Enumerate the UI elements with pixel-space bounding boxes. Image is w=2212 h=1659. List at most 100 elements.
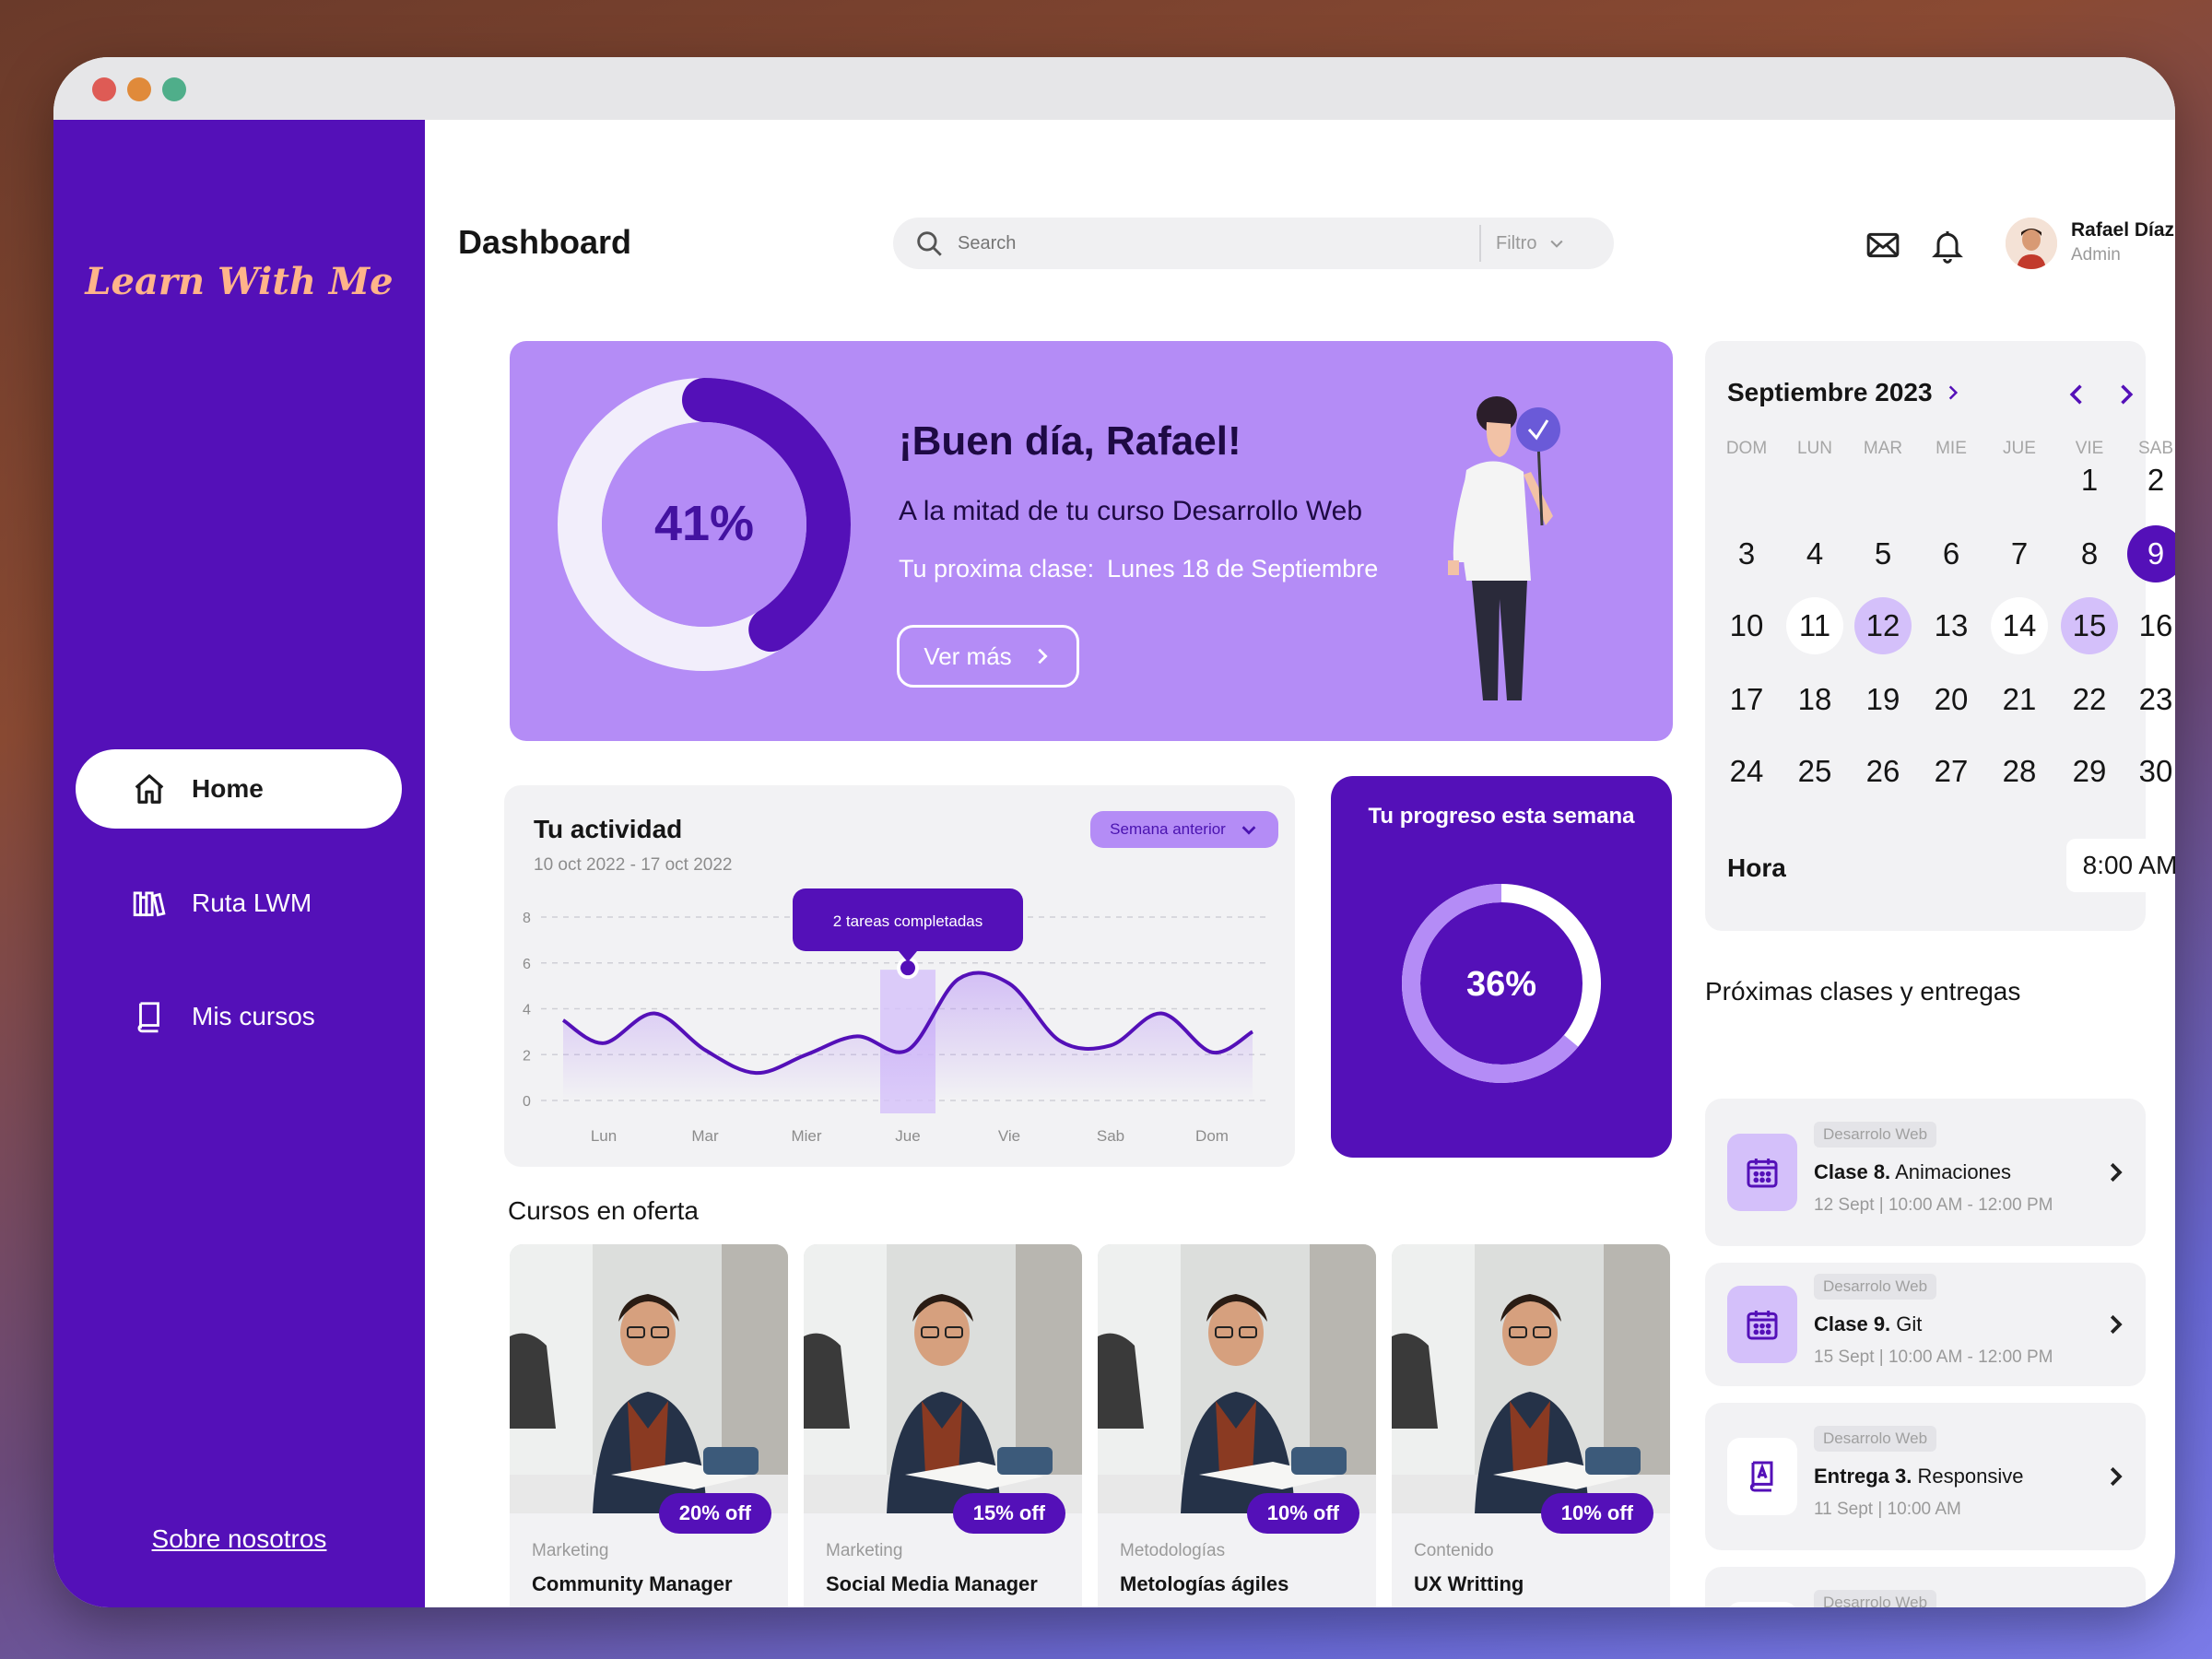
calendar-day[interactable]: 9	[2127, 525, 2175, 582]
sidebar-item-label: Mis cursos	[192, 1002, 315, 1030]
item-time: 11 Sept | 10:00 AM	[1814, 1500, 1961, 1519]
sidebar-item-label: Home	[192, 774, 264, 803]
chevron-right-icon	[2110, 1314, 2123, 1335]
next-class: Tu proxima clase: Lunes 18 de Septiembre	[899, 555, 1378, 583]
weekday-label: LUN	[1796, 439, 1832, 458]
x-tick-label: Lun	[591, 1127, 617, 1145]
calendar-day[interactable]: 8	[2061, 525, 2118, 582]
assignment-icon	[1727, 1438, 1797, 1515]
time-label: Hora	[1727, 853, 1786, 882]
course-card[interactable]: 10% off Metodologías Metologías ágiles	[1098, 1244, 1376, 1607]
discount-badge: 10% off	[1246, 1493, 1359, 1534]
calendar-day[interactable]: 19	[1854, 671, 1912, 728]
search-input[interactable]	[958, 225, 1474, 262]
calendar-day[interactable]: 20	[1923, 671, 1980, 728]
chevron-down-icon	[1550, 240, 1564, 248]
sidebar-item-mis-cursos[interactable]: Mis cursos	[76, 977, 402, 1056]
calendar-day[interactable]: 25	[1786, 743, 1843, 800]
calendar-prev-button[interactable]	[2059, 376, 2096, 413]
calendar-day[interactable]: 28	[1991, 743, 2048, 800]
weekday-label: JUE	[2003, 439, 2036, 458]
calendar-day[interactable]: 26	[1854, 743, 1912, 800]
calendar-day[interactable]: 10	[1718, 597, 1775, 654]
sidebar-item-label: Ruta LWM	[192, 888, 312, 917]
course-image	[510, 1244, 788, 1513]
y-tick-label: 6	[523, 957, 531, 972]
see-more-label: Ver más	[924, 641, 1012, 670]
calendar-day[interactable]: 22	[2061, 671, 2118, 728]
calendar-day[interactable]: 7	[1991, 525, 2048, 582]
calendar-month-selector[interactable]: Septiembre 2023	[1727, 378, 1962, 407]
calendar-day[interactable]: 16	[2127, 597, 2175, 654]
window-titlebar	[53, 57, 2175, 120]
search-icon	[917, 231, 942, 256]
calendar-day[interactable]: 11	[1786, 597, 1843, 654]
item-title-prefix: Clase 8.	[1814, 1160, 1891, 1183]
calendar-day[interactable]: 17	[1718, 671, 1775, 728]
calendar-day[interactable]: 23	[2127, 671, 2175, 728]
activity-title: Tu actividad	[534, 815, 683, 843]
calendar-next-button[interactable]	[2107, 376, 2144, 413]
calendar-day[interactable]: 3	[1718, 525, 1775, 582]
upcoming-item[interactable]: Desarrolo Web Clase 9. Git 15 Sept | 10:00…	[1705, 1263, 2146, 1386]
calendar: Septiembre 2023 Hora 8:00 AM DOM LUN MAR MI…	[1705, 341, 2175, 931]
item-title-prefix: Clase 9.	[1814, 1312, 1891, 1335]
app-window: Learn With Me Home Ruta LWM Mis cursos S…	[53, 57, 2175, 1607]
calendar-day[interactable]: 18	[1786, 671, 1843, 728]
calendar-day[interactable]: 21	[1991, 671, 2048, 728]
upcoming-item[interactable]: Desarrolo Web Entrega 3. Responsive 11 Sep…	[1705, 1403, 2146, 1550]
weekly-progress-card: Tu progreso esta semana 36%	[1331, 776, 1672, 1158]
filter-dropdown[interactable]: Filtro	[1496, 233, 1566, 254]
close-window-button[interactable]	[92, 77, 116, 101]
avatar[interactable]	[2006, 218, 2057, 269]
item-time: 15 Sept | 10:00 AM - 12:00 PM	[1814, 1347, 2053, 1367]
maximize-window-button[interactable]	[162, 77, 186, 101]
week-dropdown[interactable]: Semana anterior	[1090, 811, 1278, 848]
calendar-day[interactable]: 1	[2061, 452, 2118, 509]
activity-date-range: 10 oct 2022 - 17 oct 2022	[534, 855, 733, 875]
see-more-button[interactable]: Ver más	[897, 625, 1079, 688]
course-status: A la mitad de tu curso Desarrollo Web	[899, 496, 1363, 526]
calendar-day[interactable]: 24	[1718, 743, 1775, 800]
book-icon	[131, 998, 168, 1035]
course-image	[1098, 1244, 1376, 1513]
course-card[interactable]: 10% off Contenido UX Writting	[1392, 1244, 1670, 1607]
sidebar-item-home[interactable]: Home	[76, 749, 402, 829]
calendar-day[interactable]: 12	[1854, 597, 1912, 654]
calendar-day[interactable]: 14	[1991, 597, 2048, 654]
course-category: Metodologías	[1120, 1541, 1226, 1560]
course-progress-label: 41%	[654, 496, 754, 551]
chevron-right-icon	[2121, 384, 2134, 405]
sidebar-item-ruta[interactable]: Ruta LWM	[76, 864, 402, 943]
course-card[interactable]: 20% off Marketing Community Manager	[510, 1244, 788, 1607]
y-tick-label: 8	[523, 911, 531, 926]
course-card[interactable]: 15% off Marketing Social Media Manager	[804, 1244, 1082, 1607]
calendar-day[interactable]: 30	[2127, 743, 2175, 800]
upcoming-item[interactable]: Desarrolo WebEntrega 4. Animar8:014 Sept…	[1705, 1567, 2146, 1607]
calendar-day[interactable]: 5	[1854, 525, 1912, 582]
user-name: Rafael Díaz	[2071, 219, 2175, 241]
calendar-day[interactable]: 27	[1923, 743, 1980, 800]
calendar-day[interactable]: 29	[2061, 743, 2118, 800]
x-tick-label: Mier	[791, 1127, 821, 1145]
y-tick-label: 0	[523, 1094, 531, 1110]
upcoming-item[interactable]: Desarrolo Web Clase 8. Animaciones 12 Sept…	[1705, 1099, 2146, 1246]
calendar-day[interactable]: 13	[1923, 597, 1980, 654]
mail-icon[interactable]	[1865, 227, 1901, 264]
weekly-progress-ring: 36%	[1402, 884, 1601, 1083]
minimize-window-button[interactable]	[127, 77, 151, 101]
time-selector[interactable]: 8:00 AM	[2066, 839, 2175, 892]
x-tick-label: Mar	[691, 1127, 719, 1145]
highlight-point[interactable]	[900, 960, 915, 976]
calendar-day[interactable]: 6	[1923, 525, 1980, 582]
page-title: Dashboard	[458, 223, 632, 261]
calendar-day[interactable]: 15	[2061, 597, 2118, 654]
calendar-day[interactable]: 4	[1786, 525, 1843, 582]
bell-icon[interactable]	[1929, 227, 1966, 264]
main-content: Dashboard Filtro Rafa	[425, 120, 2175, 1607]
calendar-day[interactable]: 2	[2127, 452, 2175, 509]
about-link[interactable]: Sobre nosotros	[53, 1524, 425, 1554]
x-tick-label: Sab	[1097, 1127, 1124, 1145]
course-name: Social Media Manager	[826, 1572, 1038, 1595]
x-tick-label: Dom	[1195, 1127, 1229, 1145]
